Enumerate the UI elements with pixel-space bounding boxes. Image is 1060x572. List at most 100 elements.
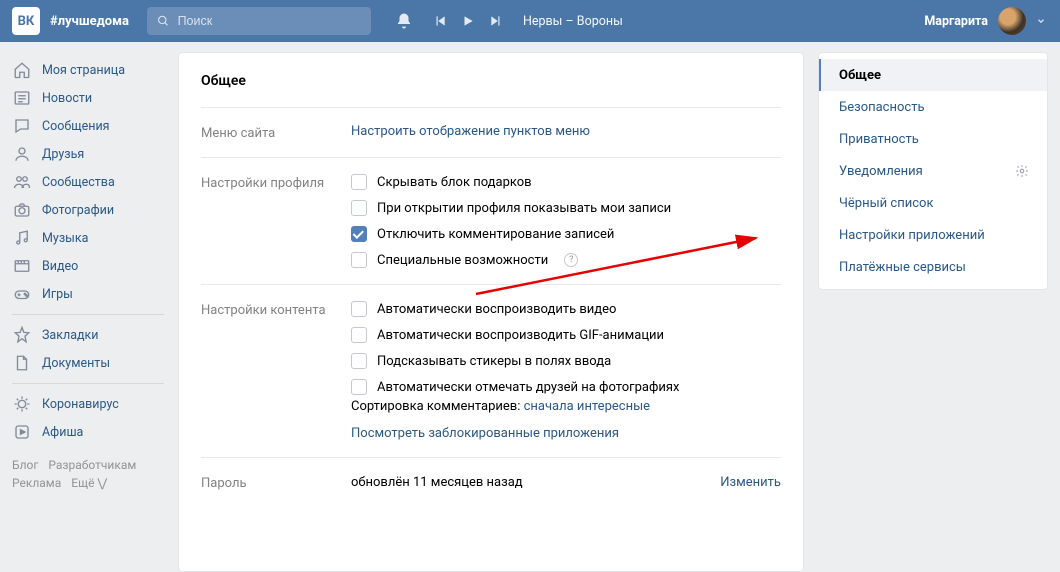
nav-label: Игры — [42, 287, 73, 302]
change-password-link[interactable]: Изменить — [720, 475, 781, 490]
checkbox-label: При открытии профиля показывать мои запи… — [377, 201, 671, 216]
nav-home[interactable]: Моя страница — [12, 56, 164, 84]
checkbox-label: Специальные возможности — [377, 253, 548, 268]
nav-news[interactable]: Новости — [12, 84, 164, 112]
audio-player: Нервы – Вороны — [433, 14, 623, 29]
vk-logo[interactable]: ВК — [12, 7, 40, 35]
checkbox-label: Скрывать блок подарков — [377, 175, 532, 190]
checkbox-label: Отключить комментирование записей — [377, 227, 614, 242]
checkbox[interactable] — [351, 353, 367, 369]
music-icon — [12, 228, 32, 248]
content-section-label: Настройки контента — [201, 301, 351, 441]
nav-play[interactable]: Афиша — [12, 418, 164, 446]
settings-nav-item[interactable]: Приватность — [819, 123, 1047, 155]
settings-nav-item[interactable]: Платёжные сервисы — [819, 251, 1047, 283]
checkbox-option[interactable]: Подсказывать стикеры в полях ввода — [351, 353, 781, 369]
checkbox-option[interactable]: Отключить комментирование записей — [351, 226, 781, 242]
checkbox[interactable] — [351, 174, 367, 190]
left-sidebar: Моя страница Новости Сообщения Друзья Сообще… — [12, 52, 164, 572]
star-icon — [12, 325, 32, 345]
help-icon[interactable]: ? — [564, 253, 578, 267]
checkbox-option[interactable]: При открытии профиля показывать мои запи… — [351, 200, 781, 216]
home-icon — [12, 60, 32, 80]
checkbox[interactable] — [351, 200, 367, 216]
username: Маргарита — [924, 14, 988, 29]
comment-sort-link[interactable]: сначала интересные — [524, 399, 650, 414]
nav-label: Сообщения — [42, 119, 110, 134]
news-icon — [12, 88, 32, 108]
checkbox-label: Автоматически воспроизводить GIF-анимаци… — [377, 328, 664, 343]
footer-links: Блог Разработчикам Реклама Ещё ⋁ — [12, 456, 164, 492]
footer-dev[interactable]: Разработчикам — [48, 458, 136, 472]
game-icon — [12, 284, 32, 304]
video-icon — [12, 256, 32, 276]
blocked-apps-link[interactable]: Посмотреть заблокированные приложения — [351, 426, 619, 441]
hashtag-link[interactable]: #лучшедома — [50, 14, 129, 29]
checkbox-label: Подсказывать стикеры в полях ввода — [377, 354, 611, 369]
search-icon — [157, 14, 170, 28]
play-icon[interactable] — [461, 14, 475, 28]
avatar — [998, 7, 1026, 35]
notifications-icon[interactable] — [395, 12, 413, 30]
nav-label: Новости — [42, 91, 92, 106]
menu-section-label: Меню сайта — [201, 124, 351, 141]
search-input[interactable] — [178, 14, 361, 28]
chat-icon — [12, 116, 32, 136]
footer-more[interactable]: Ещё ⋁ — [71, 476, 107, 490]
nav-label: Афиша — [42, 425, 83, 440]
password-section-label: Пароль — [201, 474, 351, 491]
checkbox-label: Автоматически отмечать друзей на фотогра… — [377, 380, 679, 395]
user-menu[interactable]: Маргарита — [924, 7, 1060, 35]
chevron-down-icon — [1036, 16, 1046, 26]
nav-chat[interactable]: Сообщения — [12, 112, 164, 140]
prev-track-icon[interactable] — [433, 14, 447, 28]
checkbox-option[interactable]: Специальные возможности? — [351, 252, 781, 268]
settings-nav-label: Общее — [839, 68, 881, 83]
checkbox-option[interactable]: Автоматически воспроизводить GIF-анимаци… — [351, 327, 781, 343]
checkbox[interactable] — [351, 327, 367, 343]
nav-label: Видео — [42, 259, 78, 274]
nav-label: Музыка — [42, 231, 88, 246]
settings-nav-label: Платёжные сервисы — [839, 260, 966, 275]
track-title[interactable]: Нервы – Вороны — [523, 14, 623, 29]
footer-blog[interactable]: Блог — [12, 458, 38, 472]
nav-user[interactable]: Друзья — [12, 140, 164, 168]
checkbox[interactable] — [351, 252, 367, 268]
checkbox-option[interactable]: Автоматически воспроизводить видео — [351, 301, 781, 317]
play-icon — [12, 422, 32, 442]
checkbox-label: Автоматически воспроизводить видео — [377, 302, 616, 317]
settings-nav-item[interactable]: Безопасность — [819, 91, 1047, 123]
nav-game[interactable]: Игры — [12, 280, 164, 308]
nav-users[interactable]: Сообщества — [12, 168, 164, 196]
settings-nav-item[interactable]: Общее — [819, 59, 1047, 91]
footer-ads[interactable]: Реклама — [12, 476, 61, 490]
checkbox[interactable] — [351, 301, 367, 317]
settings-nav-label: Настройки приложений — [839, 228, 985, 243]
checkbox[interactable] — [351, 226, 367, 242]
nav-video[interactable]: Видео — [12, 252, 164, 280]
nav-doc[interactable]: Документы — [12, 349, 164, 377]
nav-label: Закладки — [42, 328, 99, 343]
settings-nav: Общее Безопасность Приватность Уведомления Ч… — [818, 52, 1048, 290]
checkbox-option[interactable]: Автоматически отмечать друзей на фотогра… — [351, 379, 781, 395]
checkbox-option[interactable]: Скрывать блок подарков — [351, 174, 781, 190]
settings-nav-label: Безопасность — [839, 100, 925, 115]
next-track-icon[interactable] — [489, 14, 503, 28]
settings-nav-item[interactable]: Настройки приложений — [819, 219, 1047, 251]
configure-menu-link[interactable]: Настроить отображение пунктов меню — [351, 124, 590, 139]
nav-label: Фотографии — [42, 203, 114, 218]
nav-music[interactable]: Музыка — [12, 224, 164, 252]
search-box[interactable] — [147, 7, 371, 35]
nav-label: Сообщества — [42, 175, 115, 190]
nav-label: Документы — [42, 356, 110, 371]
nav-camera[interactable]: Фотографии — [12, 196, 164, 224]
gear-icon[interactable] — [1015, 164, 1029, 178]
settings-nav-item[interactable]: Уведомления — [819, 155, 1047, 187]
settings-nav-item[interactable]: Чёрный список — [819, 187, 1047, 219]
users-icon — [12, 172, 32, 192]
settings-nav-label: Чёрный список — [839, 196, 933, 211]
settings-nav-label: Уведомления — [839, 164, 923, 179]
checkbox[interactable] — [351, 379, 367, 395]
nav-virus[interactable]: Коронавирус — [12, 390, 164, 418]
nav-star[interactable]: Закладки — [12, 321, 164, 349]
